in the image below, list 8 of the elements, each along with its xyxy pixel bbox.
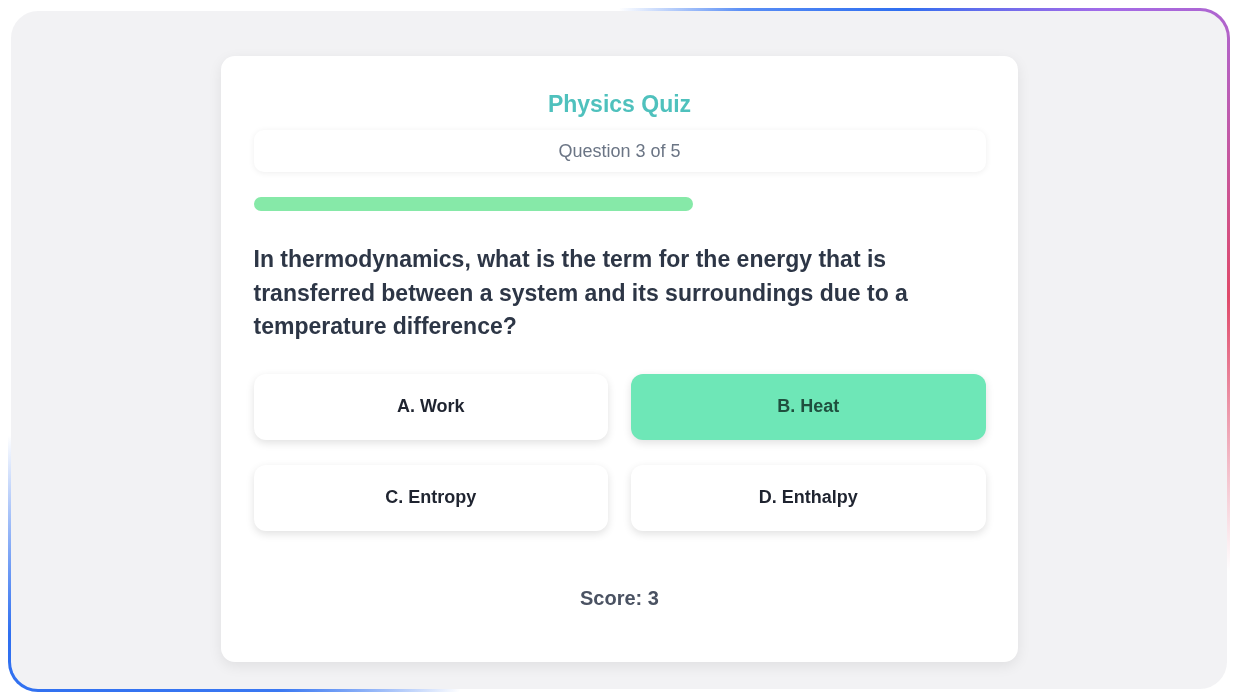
answer-option[interactable]: D. Enthalpy [631, 464, 986, 531]
quiz-title: Physics Quiz [546, 90, 693, 119]
question-counter: Question 3 of 5 [253, 130, 986, 172]
question-text: In thermodynamics, what is the term for the energy that is transferred between a system and its surroundings due to a temperature difference? [253, 245, 909, 341]
answer-option[interactable]: B. Heat [631, 373, 986, 440]
answer-option[interactable]: C. Entropy [253, 464, 608, 531]
answer-option[interactable]: A. Work [253, 373, 608, 440]
score-text: Score: 3 [579, 586, 660, 610]
